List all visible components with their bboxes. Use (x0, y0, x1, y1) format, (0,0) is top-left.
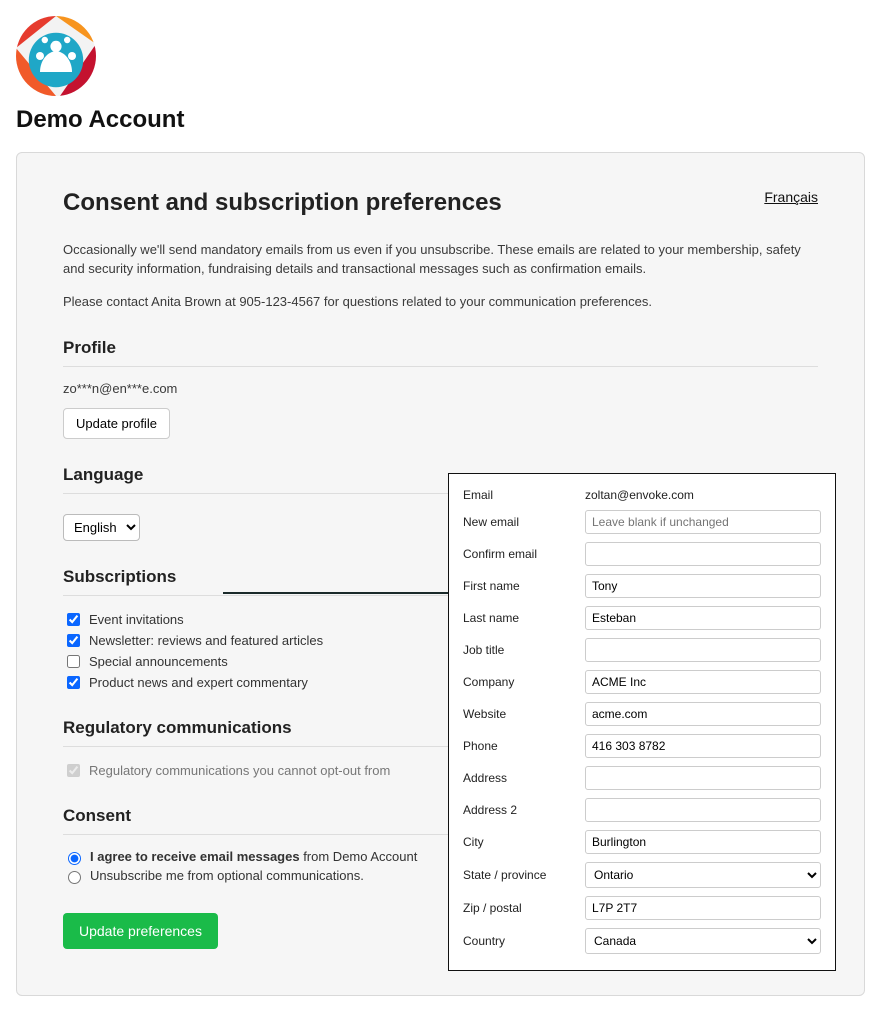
language-select[interactable]: English (63, 514, 140, 541)
website-label: Website (463, 707, 585, 721)
page-title: Consent and subscription preferences (63, 189, 502, 217)
address2-input[interactable] (585, 798, 821, 822)
phone-input[interactable] (585, 734, 821, 758)
checkbox-label: Special announcements (89, 654, 228, 669)
preferences-card: Consent and subscription preferences Fra… (16, 152, 865, 996)
checkbox-disabled (67, 764, 80, 777)
confirm-email-label: Confirm email (463, 547, 585, 561)
update-profile-button[interactable]: Update profile (63, 408, 170, 439)
radio-label: I agree to receive email messages from D… (90, 849, 417, 864)
masked-email: zo***n@en***e.com (63, 381, 818, 396)
profile-heading: Profile (63, 338, 818, 358)
checkbox[interactable] (67, 655, 80, 668)
logo (16, 16, 96, 96)
state-select[interactable]: Ontario (585, 862, 821, 888)
website-input[interactable] (585, 702, 821, 726)
email-value: zoltan@envoke.com (585, 488, 821, 502)
company-label: Company (463, 675, 585, 689)
state-label: State / province (463, 868, 585, 882)
checkbox[interactable] (67, 613, 80, 626)
new-email-input[interactable] (585, 510, 821, 534)
city-label: City (463, 835, 585, 849)
address-label: Address (463, 771, 585, 785)
job-title-label: Job title (463, 643, 585, 657)
phone-label: Phone (463, 739, 585, 753)
arrow-icon (223, 586, 477, 600)
intro-text-1: Occasionally we'll send mandatory emails… (63, 241, 818, 279)
first-name-label: First name (463, 579, 585, 593)
confirm-email-input[interactable] (585, 542, 821, 566)
address2-label: Address 2 (463, 803, 585, 817)
language-link-french[interactable]: Français (764, 189, 818, 205)
checkbox-label: Regulatory communications you cannot opt… (89, 763, 390, 778)
job-title-input[interactable] (585, 638, 821, 662)
checkbox-label: Event invitations (89, 612, 184, 627)
checkbox-label: Product news and expert commentary (89, 675, 308, 690)
profile-panel: Email zoltan@envoke.com New email Confir… (448, 473, 836, 971)
country-select[interactable]: Canada (585, 928, 821, 954)
account-title: Demo Account (16, 106, 865, 134)
radio[interactable] (68, 852, 81, 865)
city-input[interactable] (585, 830, 821, 854)
intro-text-2: Please contact Anita Brown at 905-123-45… (63, 293, 818, 312)
divider (63, 366, 818, 367)
country-label: Country (463, 934, 585, 948)
address-input[interactable] (585, 766, 821, 790)
radio[interactable] (68, 871, 81, 884)
first-name-input[interactable] (585, 574, 821, 598)
last-name-input[interactable] (585, 606, 821, 630)
checkbox[interactable] (67, 676, 80, 689)
zip-label: Zip / postal (463, 901, 585, 915)
checkbox-label: Newsletter: reviews and featured article… (89, 633, 323, 648)
email-label: Email (463, 488, 585, 502)
company-input[interactable] (585, 670, 821, 694)
new-email-label: New email (463, 515, 585, 529)
update-preferences-button[interactable]: Update preferences (63, 913, 218, 949)
checkbox[interactable] (67, 634, 80, 647)
last-name-label: Last name (463, 611, 585, 625)
zip-input[interactable] (585, 896, 821, 920)
radio-label: Unsubscribe me from optional communicati… (90, 868, 364, 883)
